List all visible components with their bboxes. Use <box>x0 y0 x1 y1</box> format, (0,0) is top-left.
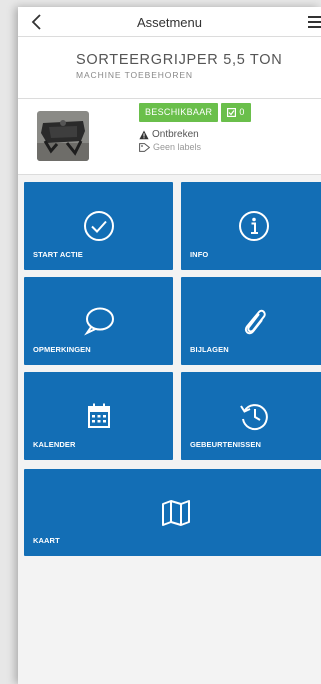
hamburger-menu-icon[interactable] <box>307 14 321 30</box>
asset-name: SORTEERGRIJPER 5,5 TON <box>76 52 283 68</box>
info-circle-icon <box>239 211 269 241</box>
asset-status-panel: BESCHIKBAAR 0 Ontbreken Geen labels <box>18 99 321 175</box>
check-circle-icon <box>83 211 114 241</box>
page-title: Assetmenu <box>136 15 203 30</box>
missing-row: Ontbreken <box>139 129 199 140</box>
attachments-tile[interactable]: 1 BIJLAGEN <box>181 277 321 365</box>
asset-category: MACHINE TOEBEHOREN <box>76 70 193 80</box>
attachments-label: BIJLAGEN <box>190 345 229 354</box>
labels-text: Geen labels <box>153 142 202 152</box>
checklist-badge[interactable]: 0 <box>221 103 251 122</box>
checklist-count: 0 <box>239 107 245 117</box>
labels-row: Geen labels <box>139 142 201 152</box>
comments-tile[interactable]: OPMERKINGEN <box>24 277 173 365</box>
app-screen: Assetmenu SORTEERGRIJPER 5,5 TON MACHINE… <box>18 7 321 684</box>
top-bar: Assetmenu <box>18 7 321 37</box>
calendar-label: KALENDER <box>33 440 76 449</box>
events-tile[interactable]: GEBEURTENISSEN <box>181 372 321 460</box>
start-action-tile[interactable]: START ACTIE <box>24 182 173 270</box>
start-action-label: START ACTIE <box>33 250 83 259</box>
asset-thumbnail[interactable] <box>37 111 89 161</box>
availability-badge[interactable]: BESCHIKBAAR <box>139 103 219 122</box>
checkbox-icon <box>227 108 237 117</box>
info-label: INFO <box>190 250 209 259</box>
calendar-tile[interactable]: KALENDER <box>24 372 173 460</box>
comments-label: OPMERKINGEN <box>33 345 91 354</box>
asset-header: SORTEERGRIJPER 5,5 TON MACHINE TOEBEHORE… <box>18 37 321 99</box>
map-icon <box>161 500 190 526</box>
map-label: KAART <box>33 536 60 545</box>
info-tile[interactable]: INFO <box>181 182 321 270</box>
map-tile[interactable]: KAART <box>24 469 321 556</box>
missing-text: Ontbreken <box>152 129 199 140</box>
speech-bubble-icon <box>83 307 114 336</box>
calendar-icon <box>87 403 110 428</box>
history-clock-icon <box>240 404 268 431</box>
paperclip-icon <box>244 309 266 335</box>
events-label: GEBEURTENISSEN <box>190 440 261 449</box>
status-badges: BESCHIKBAAR 0 <box>139 103 251 122</box>
warning-icon <box>139 130 149 139</box>
tag-icon <box>139 142 150 152</box>
